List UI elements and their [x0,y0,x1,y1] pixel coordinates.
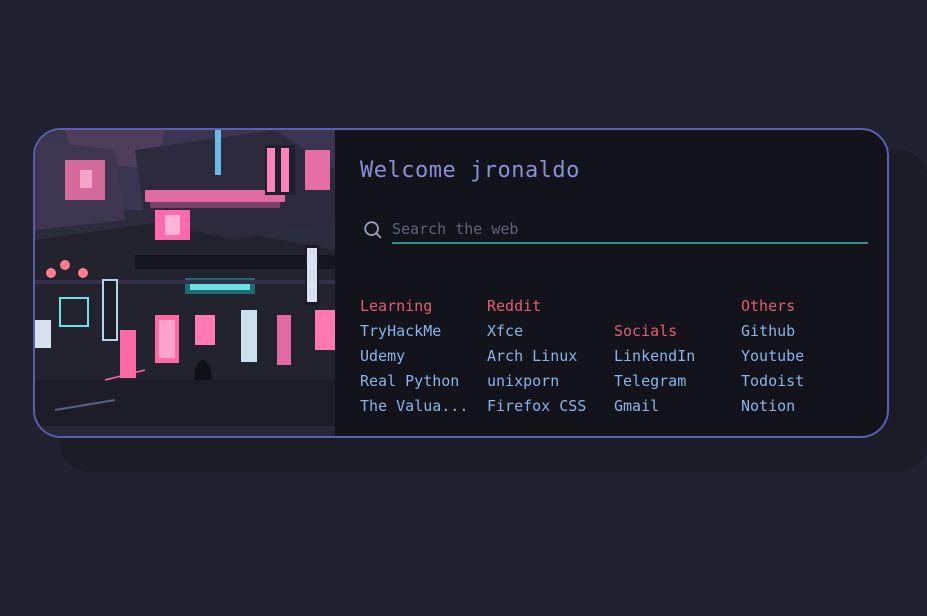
link-xfce[interactable]: Xfce [487,319,586,344]
link-todoist[interactable]: Todoist [741,369,804,394]
link-the-valua[interactable]: The Valua... [360,394,468,419]
startpage-card: Welcome jronaldo Learning TryHackMe Udem… [33,128,889,438]
link-arch-linux[interactable]: Arch Linux [487,344,586,369]
links-column-reddit: Reddit Xfce Arch Linux unixporn Firefox … [487,294,586,419]
link-github[interactable]: Github [741,319,804,344]
search-icon [364,221,382,239]
link-notion[interactable]: Notion [741,394,804,419]
cyberpunk-street-image [35,130,335,436]
link-telegram[interactable]: Telegram [614,369,695,394]
link-tryhackme[interactable]: TryHackMe [360,319,468,344]
search-bar [362,216,868,244]
link-real-python[interactable]: Real Python [360,369,468,394]
startpage-content: Welcome jronaldo Learning TryHackMe Udem… [360,130,887,436]
link-youtube[interactable]: Youtube [741,344,804,369]
column-title-learning: Learning [360,297,433,315]
links-column-others: Others Github Youtube Todoist Notion [741,294,804,419]
link-firefox-css[interactable]: Firefox CSS [487,394,586,419]
column-title-socials: Socials [614,322,678,340]
welcome-heading: Welcome jronaldo [360,158,580,183]
link-unixporn[interactable]: unixporn [487,369,586,394]
link-linkendin[interactable]: LinkendIn [614,344,695,369]
column-title-reddit: Reddit [487,297,542,315]
links-column-learning: Learning TryHackMe Udemy Real Python The… [360,294,468,419]
link-udemy[interactable]: Udemy [360,344,468,369]
link-gmail[interactable]: Gmail [614,394,695,419]
links-column-socials: Socials LinkendIn Telegram Gmail [614,319,695,419]
search-input[interactable] [392,216,868,244]
column-title-others: Others [741,297,796,315]
